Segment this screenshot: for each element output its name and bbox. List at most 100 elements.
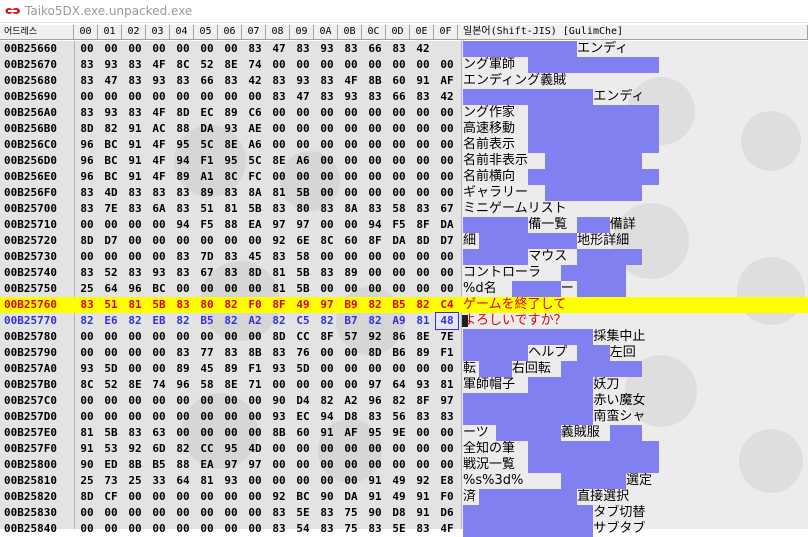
hex-byte[interactable]: 00 <box>148 345 170 361</box>
table-row[interactable]: 00B256D0 96 BC 91 4F 94 F1 95 5C 8E A6 00 00 00 00 00 00… <box>0 153 808 169</box>
hex-byte[interactable]: 58 <box>388 201 410 217</box>
hex-byte[interactable]: 83 <box>268 345 290 361</box>
hex-byte[interactable]: 00 <box>364 153 386 169</box>
hex-byte[interactable]: 51 <box>196 201 218 217</box>
hex-byte[interactable]: 00 <box>340 57 362 73</box>
table-row[interactable]: 00B257F0 91 53 92 6D 82 CC 95 4D 00 00 00 00 00 00 00 00… <box>0 441 808 457</box>
hex-byte[interactable]: 00 <box>436 105 458 121</box>
hex-byte[interactable]: 00 <box>148 217 170 233</box>
hex-byte[interactable]: 73 <box>100 473 122 489</box>
hex-byte[interactable]: 80 <box>292 201 314 217</box>
hex-byte[interactable]: 00 <box>388 105 410 121</box>
hex-byte[interactable]: 83 <box>388 41 410 57</box>
hex-byte[interactable]: 00 <box>244 505 266 521</box>
hex-byte[interactable]: 00 <box>100 505 122 521</box>
hex-byte[interactable]: 00 <box>76 345 98 361</box>
hex-byte[interactable]: D8 <box>388 505 410 521</box>
hex-byte[interactable]: 8E <box>220 57 242 73</box>
hex-byte[interactable]: 00 <box>292 137 314 153</box>
hex-byte[interactable]: 00 <box>340 377 362 393</box>
hex-byte[interactable]: 00 <box>412 137 434 153</box>
table-row[interactable]: 00B257A0 93 5D 00 00 89 45 89 F1 93 5D 00 00 00 00 00 00… <box>0 361 808 377</box>
hex-byte[interactable]: 89 <box>340 265 362 281</box>
hex-byte[interactable]: 5C <box>244 153 266 169</box>
hex-byte[interactable]: 8D <box>76 121 98 137</box>
hex-byte[interactable]: 00 <box>220 425 242 441</box>
hex-byte[interactable]: 83 <box>148 185 170 201</box>
hex-byte[interactable]: 00 <box>292 377 314 393</box>
hex-byte[interactable]: 93 <box>76 361 98 377</box>
hex-byte[interactable]: 25 <box>76 281 98 297</box>
hex-byte[interactable]: 82 <box>172 441 194 457</box>
hex-byte[interactable]: B9 <box>340 297 362 313</box>
hex-byte[interactable]: 83 <box>412 521 434 537</box>
hex-byte[interactable]: C6 <box>244 105 266 121</box>
hex-byte[interactable]: 00 <box>172 393 194 409</box>
hex-byte[interactable]: 00 <box>316 57 338 73</box>
hex-byte[interactable]: 00 <box>436 249 458 265</box>
hex-byte[interactable]: 93 <box>148 265 170 281</box>
hex-byte[interactable]: 94 <box>172 217 194 233</box>
hex-byte[interactable]: 8B <box>244 345 266 361</box>
hex-byte[interactable]: 83 <box>220 345 242 361</box>
hex-byte[interactable]: 9E <box>388 425 410 441</box>
hex-byte[interactable]: 00 <box>268 137 290 153</box>
hex-byte[interactable]: 89 <box>172 361 194 377</box>
hex-byte[interactable]: 82 <box>388 393 410 409</box>
hex-byte[interactable]: 95 <box>364 425 386 441</box>
hex-byte[interactable]: 83 <box>76 57 98 73</box>
hex-byte[interactable]: 00 <box>124 521 146 537</box>
hex-byte[interactable]: 00 <box>388 185 410 201</box>
hex-byte[interactable]: 47 <box>292 89 314 105</box>
hex-byte[interactable]: 00 <box>364 105 386 121</box>
hex-byte[interactable]: 00 <box>388 441 410 457</box>
hex-byte[interactable]: 42 <box>436 89 458 105</box>
hex-byte[interactable]: 00 <box>100 249 122 265</box>
hex-byte[interactable]: BC <box>292 489 314 505</box>
hex-byte[interactable]: 00 <box>388 121 410 137</box>
hex-byte[interactable]: 83 <box>76 105 98 121</box>
hex-byte[interactable]: 8D <box>364 345 386 361</box>
hex-byte[interactable]: 4F <box>148 57 170 73</box>
hex-byte[interactable]: 00 <box>268 57 290 73</box>
table-row[interactable]: 00B25720 8D D7 00 00 00 00 00 00 92 6E 8C 60 8F DA 8D D7… <box>0 233 808 249</box>
hex-byte[interactable]: 92 <box>412 473 434 489</box>
table-row[interactable]: 00B257C0 00 00 00 00 00 00 00 00 90 D4 82 A2 96 82 8F 97… <box>0 393 808 409</box>
table-row[interactable]: 00B257D0 00 00 00 00 00 00 00 00 93 EC 94 D8 83 56 83 83… <box>0 409 808 425</box>
hex-byte[interactable]: 00 <box>436 457 458 473</box>
hex-byte[interactable]: 92 <box>268 233 290 249</box>
hex-byte[interactable]: 71 <box>244 377 266 393</box>
hex-byte[interactable]: 93 <box>340 89 362 105</box>
hex-byte[interactable]: 92 <box>124 441 146 457</box>
hex-byte[interactable]: 00 <box>412 121 434 137</box>
hex-byte[interactable]: 58 <box>196 377 218 393</box>
hex-byte[interactable]: 25 <box>76 473 98 489</box>
hex-byte[interactable]: 83 <box>124 201 146 217</box>
hex-byte[interactable]: 00 <box>124 409 146 425</box>
hex-byte[interactable]: 00 <box>244 329 266 345</box>
hex-byte[interactable]: E8 <box>436 473 458 489</box>
hex-byte[interactable]: 83 <box>292 41 314 57</box>
hex-byte[interactable]: 6D <box>148 441 170 457</box>
hex-byte[interactable]: 83 <box>412 201 434 217</box>
hex-byte[interactable]: 00 <box>364 441 386 457</box>
hex-byte[interactable]: 00 <box>100 521 122 537</box>
hex-byte[interactable]: 00 <box>364 185 386 201</box>
hex-byte[interactable]: 82 <box>172 313 194 329</box>
hex-byte[interactable]: 4F <box>148 153 170 169</box>
hex-byte[interactable]: 00 <box>388 249 410 265</box>
hex-byte[interactable]: 83 <box>124 265 146 281</box>
hex-byte[interactable]: 8F <box>412 217 434 233</box>
hex-byte[interactable]: 91 <box>124 121 146 137</box>
hex-byte[interactable]: 00 <box>148 505 170 521</box>
hex-byte[interactable]: 95 <box>172 137 194 153</box>
hex-byte[interactable]: 00 <box>436 137 458 153</box>
hex-byte[interactable]: 00 <box>196 521 218 537</box>
hex-byte[interactable]: 00 <box>76 249 98 265</box>
hex-byte[interactable]: 90 <box>76 457 98 473</box>
hex-byte[interactable]: AC <box>148 121 170 137</box>
table-row[interactable]: 00B25840 00 00 00 00 00 00 00 00 83 54 83 75 83 5E 83 4F… <box>0 521 808 537</box>
hex-byte[interactable]: 00 <box>196 233 218 249</box>
hex-byte[interactable]: 89 <box>220 361 242 377</box>
table-row[interactable]: 00B25830 00 00 00 00 00 00 00 00 83 5E 83 75 90 D8 91 D6… <box>0 505 808 521</box>
